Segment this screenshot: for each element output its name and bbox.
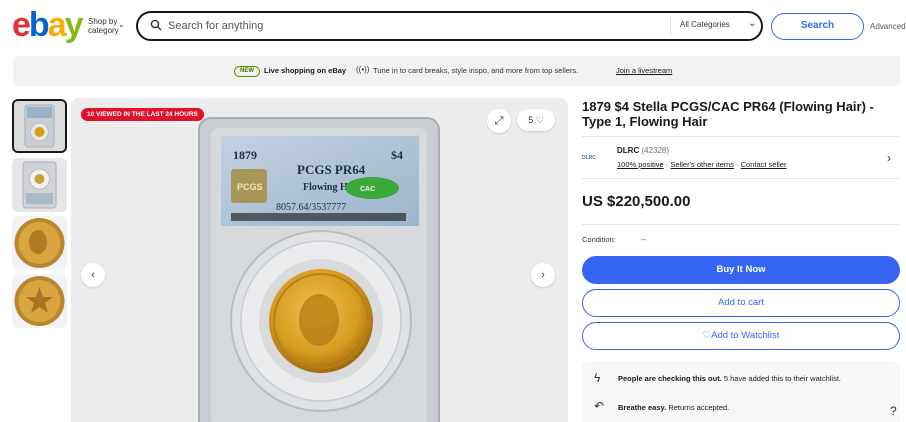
- watchers-info-bold: People are checking this out.: [618, 374, 722, 383]
- main-product-image[interactable]: 1879 $4 PCGS PR64 Flowing Ha PCGS CAC 80…: [71, 98, 568, 422]
- slab-year: 1879: [233, 148, 257, 162]
- add-to-watchlist-label: Add to Watchlist: [711, 330, 780, 341]
- search-icon: [150, 19, 162, 31]
- seller-logo[interactable]: DLRC: [582, 150, 608, 166]
- add-to-watchlist-button[interactable]: ♡Add to Watchlist: [582, 322, 900, 350]
- add-to-cart-button[interactable]: Add to cart: [582, 289, 900, 317]
- search-input[interactable]: [168, 13, 648, 39]
- slab-cert: 8057.64/3537777: [276, 202, 346, 213]
- thumbnail-coin-obverse[interactable]: [12, 216, 67, 270]
- returns-info: Breathe easy. Returns accepted.: [618, 403, 729, 412]
- chevron-down-icon: ⌄: [118, 20, 125, 29]
- listing-title: 1879 $4 Stella PCGS/CAC PR64 (Flowing Ha…: [582, 99, 874, 129]
- logo-letter-y: y: [64, 6, 84, 44]
- slab-grade: PCGS PR64: [297, 162, 366, 177]
- price: US $220,500.00: [582, 193, 691, 210]
- thumbnail-coin-reverse[interactable]: [12, 274, 67, 328]
- returns-info-bold: Breathe easy.: [618, 403, 667, 412]
- heart-icon: ♡: [535, 115, 544, 125]
- coin-obverse-thumb-image: [12, 216, 67, 270]
- logo-letter-b: b: [28, 6, 50, 44]
- logo-letter-a: a: [47, 6, 67, 44]
- buy-it-now-button[interactable]: Buy It Now: [582, 256, 900, 284]
- chevron-left-icon: ‹: [91, 269, 95, 281]
- previous-image-button[interactable]: ‹: [81, 263, 105, 287]
- thumbnail-slab-front[interactable]: [12, 99, 67, 153]
- chevron-right-icon: ›: [541, 269, 545, 281]
- positive-feedback-link[interactable]: 100% positive: [617, 160, 664, 169]
- returns-info-rest: Returns accepted.: [666, 403, 730, 412]
- heart-icon: ♡: [702, 330, 712, 341]
- seller-name[interactable]: DLRC (42328): [617, 146, 669, 155]
- seller-links: 100% positive · Seller's other items · C…: [617, 160, 786, 169]
- seller-other-items-link[interactable]: Seller's other items: [670, 160, 734, 169]
- chevron-right-icon[interactable]: ›: [887, 151, 891, 165]
- next-image-button[interactable]: ›: [531, 263, 555, 287]
- contact-seller-link[interactable]: Contact seller: [741, 160, 787, 169]
- lightning-icon: ϟ: [594, 371, 601, 385]
- pcgs-slab-image: 1879 $4 PCGS PR64 Flowing Ha PCGS CAC 80…: [71, 98, 568, 422]
- separator: ·: [736, 160, 739, 169]
- slab-back-thumb-image: [12, 158, 67, 212]
- search-button[interactable]: Search: [771, 13, 864, 40]
- category-label: category: [88, 26, 119, 35]
- watch-count-button[interactable]: 5 ♡: [517, 109, 555, 131]
- divider: [582, 178, 900, 179]
- return-icon: ↶: [594, 399, 605, 413]
- cac-sticker: CAC: [360, 186, 375, 193]
- seller-feedback-count: (42328): [641, 146, 670, 155]
- shop-by-category-button[interactable]: Shop by category ⌄: [88, 17, 125, 35]
- category-select[interactable]: All Categories: [680, 20, 730, 29]
- thumbnail-slab-back[interactable]: [12, 158, 67, 212]
- watch-count: 5: [528, 115, 534, 125]
- category-divider: [670, 17, 671, 35]
- divider: [582, 136, 900, 137]
- watchers-info-rest: 5 have added this to their watchlist.: [721, 374, 842, 383]
- join-livestream-link[interactable]: Join a livestream: [616, 66, 672, 75]
- help-button[interactable]: ?: [890, 404, 906, 422]
- pcgs-logo: PCGS: [237, 182, 263, 192]
- logo-letter-e: e: [12, 6, 31, 44]
- banner-description: Tune in to card breaks, style inspo, and…: [373, 66, 579, 75]
- slab-denomination: $4: [391, 148, 403, 162]
- condition-label: Condition:: [582, 235, 616, 244]
- slab-front-thumb-image: [14, 101, 65, 151]
- viewed-badge: 10 VIEWED IN THE LAST 24 HOURS: [81, 108, 204, 121]
- banner-title: Live shopping on eBay: [264, 66, 347, 75]
- separator: ·: [665, 160, 669, 169]
- divider: [582, 224, 900, 225]
- advanced-search-link[interactable]: Advanced: [870, 22, 906, 31]
- seller-name-text: DLRC: [617, 146, 640, 155]
- coin-reverse-thumb-image: [12, 274, 67, 328]
- broadcast-icon: ((•)): [356, 65, 370, 74]
- expand-icon[interactable]: ⤢: [487, 109, 511, 133]
- chevron-down-icon[interactable]: ⌄: [748, 18, 756, 29]
- condition-value: --: [641, 235, 646, 244]
- new-badge: NEW: [234, 66, 260, 77]
- ebay-logo[interactable]: ebay: [12, 6, 84, 44]
- shop-by-label: Shop by: [88, 17, 118, 26]
- watchers-info: People are checking this out. 5 have add…: [618, 374, 841, 383]
- info-box: [582, 361, 900, 422]
